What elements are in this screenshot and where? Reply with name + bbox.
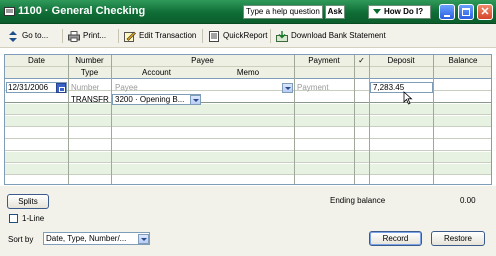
toolbar-separator (202, 29, 203, 43)
close-button[interactable]: ✕ (477, 4, 493, 20)
column-header-balance[interactable]: Balance (433, 55, 491, 67)
type-value: TRANSFR (71, 95, 109, 104)
register-row[interactable] (5, 116, 491, 127)
chevron-down-icon (373, 9, 381, 15)
register-row[interactable] (5, 152, 491, 163)
register-row[interactable] (5, 176, 491, 184)
account-value: 3200 · Opening B... (115, 95, 185, 104)
column-header-deposit[interactable]: Deposit (369, 55, 433, 67)
how-do-i-button[interactable]: How Do I? (368, 5, 431, 19)
chevron-down-icon (141, 238, 147, 241)
column-divider (68, 55, 69, 184)
column-header-date[interactable]: Date (5, 55, 68, 67)
column-header-cleared[interactable]: ✓ (354, 55, 369, 67)
sort-by-select[interactable]: Date, Type, Number/... (43, 232, 150, 245)
date-value: 12/31/2006 (8, 83, 49, 92)
window-title: 1100 · General Checking (18, 5, 146, 17)
register-row[interactable] (5, 140, 491, 151)
edit-transaction-button[interactable]: Edit Transaction (124, 30, 196, 42)
restore-button[interactable]: Restore (431, 231, 485, 246)
column-header-payee[interactable]: Payee (111, 55, 294, 67)
record-button[interactable]: Record (369, 231, 422, 246)
maximize-button[interactable] (458, 4, 474, 20)
column-divider (369, 55, 370, 184)
column-divider (294, 55, 295, 184)
how-do-i-label: How Do I? (384, 7, 424, 16)
register-row[interactable] (5, 164, 491, 175)
column-divider (433, 55, 434, 184)
column-header-account[interactable]: Account (111, 67, 202, 79)
chevron-down-icon (193, 99, 199, 102)
mouse-cursor-icon (403, 91, 413, 105)
calendar-icon[interactable] (56, 83, 66, 93)
register-row[interactable] (5, 128, 491, 139)
column-header-payment[interactable]: Payment (294, 55, 354, 67)
close-icon: ✕ (480, 6, 490, 18)
column-header-number[interactable]: Number (68, 55, 111, 67)
column-divider (354, 55, 355, 184)
title-bar: 1100 · General Checking Type a help ques… (0, 0, 496, 24)
toolbar-separator (118, 29, 119, 43)
ending-balance-label: Ending balance (330, 196, 386, 205)
number-field[interactable]: Number (71, 82, 99, 93)
print-button[interactable]: Print... (68, 30, 106, 42)
payee-field[interactable]: Payee (115, 82, 138, 93)
printer-icon (68, 30, 80, 42)
download-icon (276, 30, 288, 42)
payment-field[interactable]: Payment (297, 82, 329, 93)
bottom-panel: Splits Ending balance 0.00 1-Line Sort b… (0, 186, 496, 256)
splits-button[interactable]: Splits (7, 194, 49, 209)
register-header-row-1: Date Number Payee Payment ✓ Deposit Bala… (5, 55, 491, 67)
payee-dropdown[interactable] (282, 83, 293, 93)
register-header-row-2: Type Account Memo (5, 67, 491, 79)
edit-pencil-icon (124, 31, 136, 42)
minimize-button[interactable] (439, 4, 455, 20)
column-divider (111, 55, 112, 184)
one-line-checkbox[interactable] (9, 214, 18, 223)
toolbar: Go to... Print... Edit Transaction Quick… (0, 24, 496, 48)
register-grid: Date Number Payee Payment ✓ Deposit Bala… (4, 54, 492, 185)
ask-button[interactable]: Ask (325, 5, 345, 19)
one-line-label: 1-Line (22, 214, 45, 223)
report-icon (209, 30, 219, 42)
sort-by-label: Sort by (8, 235, 34, 244)
register-row[interactable] (5, 104, 491, 115)
toolbar-separator (62, 29, 63, 43)
help-question-input[interactable]: Type a help question (243, 5, 323, 19)
deposit-value: 7,283.45 (373, 83, 405, 92)
toolbar-separator (270, 29, 271, 43)
maximize-icon (462, 8, 470, 16)
chevron-down-icon (285, 87, 291, 90)
column-header-memo[interactable]: Memo (202, 67, 294, 79)
quickreport-button[interactable]: QuickReport (208, 30, 267, 42)
up-down-arrows-icon (9, 30, 17, 42)
register-icon (4, 7, 15, 16)
column-header-type[interactable]: Type (68, 67, 111, 79)
sort-by-dropdown[interactable] (138, 234, 149, 244)
download-statement-button[interactable]: Download Bank Statement (276, 30, 386, 42)
ending-balance-value: 0.00 (460, 196, 476, 205)
sort-by-value: Date, Type, Number/... (46, 234, 127, 243)
account-dropdown[interactable] (190, 95, 201, 105)
minimize-icon (444, 15, 450, 17)
goto-button[interactable]: Go to... (7, 30, 48, 42)
